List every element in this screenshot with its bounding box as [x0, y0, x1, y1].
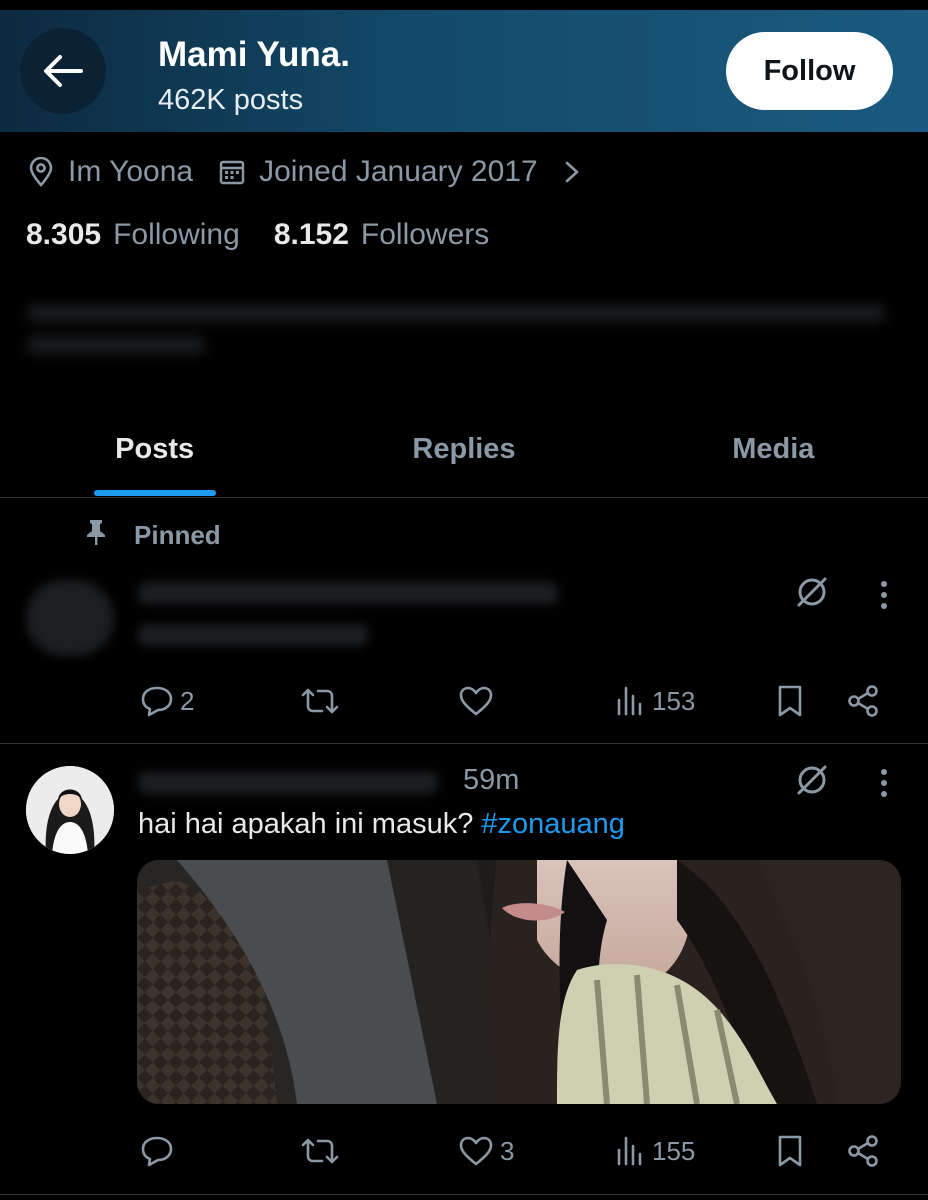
- retweet-button[interactable]: [300, 1126, 340, 1176]
- pinned-avatar-blur: [26, 580, 114, 656]
- bookmark-icon: [778, 1135, 802, 1167]
- bookmark-button[interactable]: [776, 1126, 804, 1176]
- tab-media[interactable]: Media: [619, 420, 928, 478]
- retweet-icon: [301, 688, 339, 714]
- like-button[interactable]: 3: [458, 1126, 514, 1176]
- reply-icon: [141, 1136, 173, 1167]
- bookmark-icon: [778, 685, 802, 717]
- post-actions: 3 155: [138, 1126, 898, 1176]
- retweet-button[interactable]: [300, 676, 340, 726]
- pinned-post-actions: 2 153: [138, 676, 898, 726]
- profile-joined: Joined January 2017: [259, 155, 538, 188]
- like-icon: [459, 1136, 493, 1166]
- avatar[interactable]: [26, 766, 114, 854]
- share-icon: [848, 685, 878, 717]
- post-body: hai hai apakah ini masuk?: [138, 808, 482, 840]
- reply-icon: [141, 686, 173, 717]
- views-count: 155: [652, 1135, 696, 1166]
- location-icon: [28, 157, 54, 187]
- back-arrow-icon: [44, 55, 83, 87]
- reply-count: 2: [180, 685, 195, 716]
- pinned-post-blur: [138, 582, 558, 646]
- like-button[interactable]: [458, 676, 494, 726]
- pinned-indicator: Pinned: [84, 518, 221, 553]
- followers-count: 8.152: [273, 218, 349, 251]
- share-button[interactable]: [846, 1126, 880, 1176]
- like-icon: [459, 686, 493, 716]
- tab-replies[interactable]: Replies: [309, 420, 618, 478]
- share-icon: [848, 1135, 878, 1167]
- pinned-label: Pinned: [134, 520, 221, 550]
- tab-posts[interactable]: Posts: [0, 420, 309, 478]
- pin-icon: [84, 518, 108, 553]
- bookmark-button[interactable]: [776, 676, 804, 726]
- views-button[interactable]: 155: [616, 1126, 695, 1176]
- hashtag-link[interactable]: #zonauang: [481, 808, 625, 840]
- views-icon: [617, 1136, 642, 1166]
- following-link[interactable]: 8.305 Following: [26, 218, 240, 252]
- followers-label: Followers: [360, 218, 490, 251]
- chevron-right-icon[interactable]: [564, 160, 580, 184]
- followers-link[interactable]: 8.152 Followers: [274, 218, 489, 252]
- retweet-icon: [301, 1138, 339, 1164]
- more-icon[interactable]: [872, 766, 896, 800]
- post-image[interactable]: [137, 860, 901, 1104]
- post-text: hai hai apakah ini masuk? #zonauang: [138, 808, 625, 841]
- blurred-bio: [26, 304, 896, 364]
- profile-location: Im Yoona: [68, 155, 194, 188]
- follow-stats: 8.305 Following 8.152 Followers: [26, 218, 523, 252]
- follow-button[interactable]: Follow: [726, 32, 893, 110]
- calendar-icon: [219, 159, 245, 185]
- like-count: 3: [500, 1135, 515, 1166]
- author-name-blur: [138, 772, 438, 794]
- grok-icon[interactable]: [792, 760, 832, 800]
- reply-button[interactable]: [140, 1126, 174, 1176]
- more-icon[interactable]: [872, 578, 896, 612]
- following-label: Following: [113, 218, 240, 251]
- views-button[interactable]: 153: [616, 676, 695, 726]
- profile-name: Mami Yuna.: [158, 35, 350, 74]
- following-count: 8.305: [26, 218, 102, 251]
- views-icon: [617, 686, 642, 716]
- post-divider: [0, 743, 928, 744]
- grok-icon[interactable]: [792, 572, 832, 612]
- share-button[interactable]: [846, 676, 880, 726]
- reply-button[interactable]: 2: [140, 676, 194, 726]
- profile-meta: Im Yoona Joined January 2017: [28, 150, 594, 194]
- post-time: 59m: [463, 764, 520, 796]
- post-divider: [0, 1194, 928, 1195]
- views-count: 153: [652, 685, 696, 716]
- back-button[interactable]: [20, 28, 106, 114]
- profile-header: Mami Yuna. 462K posts Follow: [0, 10, 928, 132]
- posts-count: 462K posts: [158, 84, 304, 116]
- profile-tabs: Posts Replies Media: [0, 420, 928, 498]
